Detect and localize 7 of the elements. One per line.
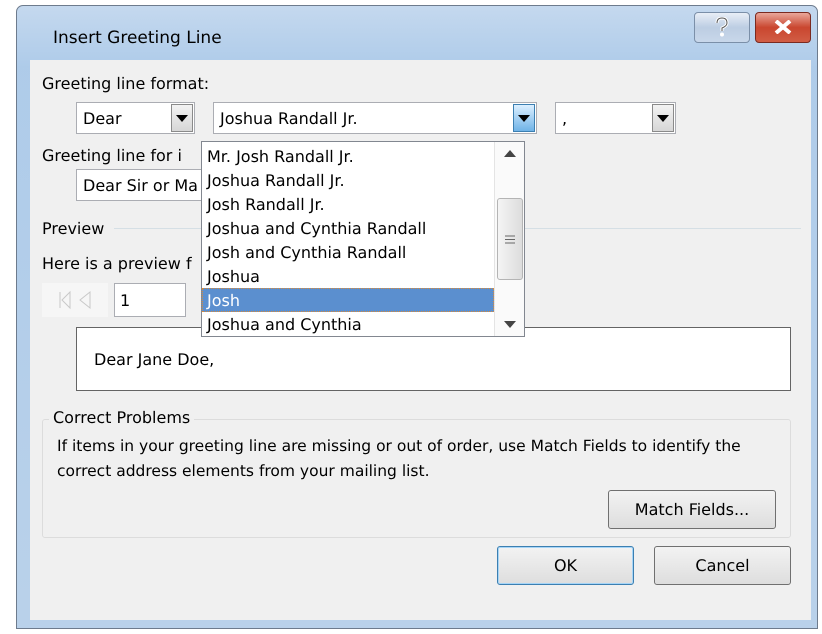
preview-intro: Here is a preview f	[42, 254, 192, 273]
help-text: If items in your greeting line are missing or out of order, use Match Fields to identify the correct address elements from your mailing list.	[57, 436, 742, 482]
field-label: Greeting line for i	[42, 146, 182, 165]
field-label: Greeting line format:	[42, 74, 210, 93]
section-heading: Preview	[42, 219, 104, 238]
window-title: Insert Greeting Line	[53, 28, 222, 48]
preview-text: Dear Jane Doe,	[94, 350, 214, 368]
